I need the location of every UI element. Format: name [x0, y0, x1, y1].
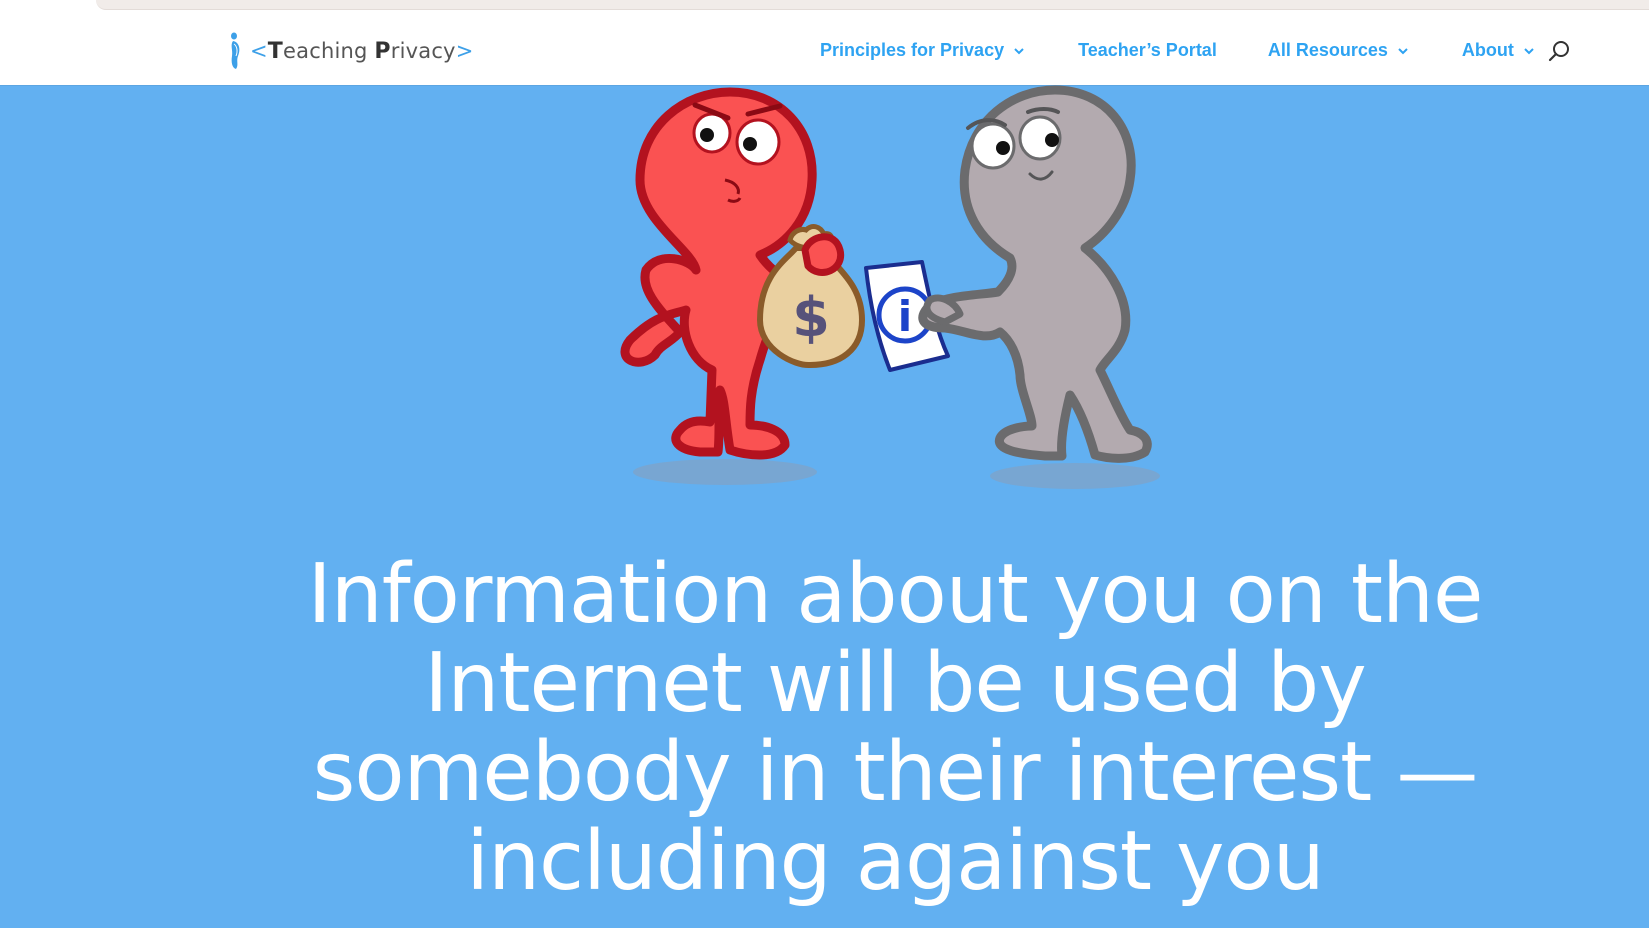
browser-address-bar-edge [96, 0, 1649, 10]
hero-section: $ i Information about you on the Interne… [0, 85, 1649, 928]
nav-label: All Resources [1267, 40, 1388, 60]
nav-about[interactable]: About [1462, 16, 1536, 85]
chevron-down-icon [1398, 47, 1408, 54]
nav-teachers-portal[interactable]: Teacher’s Portal [1078, 16, 1217, 85]
browser-top-strip [0, 0, 1649, 16]
chevron-down-icon [1014, 47, 1024, 54]
nav-label: Principles for Privacy [820, 40, 1005, 60]
search-icon[interactable] [1547, 39, 1571, 63]
nav-principles-for-privacy[interactable]: Principles for Privacy [820, 16, 1026, 85]
hero-headline: Information about you on the Internet wi… [307, 547, 1484, 909]
chevron-down-icon [1524, 47, 1534, 54]
nav-label: Teacher’s Portal [1078, 40, 1217, 60]
site-logo[interactable]: <Teaching Privacy> [228, 32, 474, 70]
main-nav: Principles for Privacy Teacher’s Portal … [820, 16, 1536, 85]
logo-text: <Teaching Privacy> [250, 38, 474, 64]
nav-all-resources[interactable]: All Resources [1268, 16, 1410, 85]
footprint-icon [231, 32, 240, 69]
svg-text:$: $ [792, 286, 830, 349]
site-header: <Teaching Privacy> Principles for Privac… [0, 16, 1649, 85]
hero-illustration: $ i [620, 85, 1160, 489]
svg-text:i: i [898, 292, 912, 341]
nav-label: About [1461, 40, 1514, 60]
